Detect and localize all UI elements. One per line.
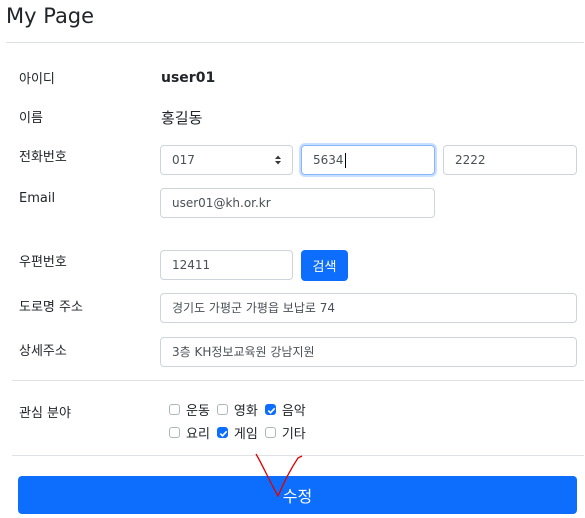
phone-middle-input[interactable]: 5634 bbox=[301, 145, 435, 175]
interest-checkbox-cooking[interactable]: 요리 bbox=[169, 423, 210, 442]
section-divider bbox=[12, 380, 584, 381]
interest-label-text: 게임 bbox=[233, 427, 258, 442]
title-divider bbox=[6, 42, 584, 43]
interest-label-text: 운동 bbox=[186, 404, 210, 419]
interest-row-1: 운동 영화 음악 bbox=[169, 400, 313, 419]
id-value: user01 bbox=[161, 70, 216, 86]
phone-label: 전화번호 bbox=[19, 150, 67, 165]
mypage-form: 아이디 user01 이름 홍길동 전화번호 017 5634 2222 Ema… bbox=[6, 53, 584, 518]
phone-prefix-select[interactable]: 017 bbox=[160, 145, 293, 175]
checkbox-check-icon bbox=[267, 407, 276, 414]
interest-label-text: 기타 bbox=[281, 427, 306, 442]
checkbox-box[interactable] bbox=[169, 427, 180, 438]
zip-input[interactable]: 12411 bbox=[160, 250, 293, 280]
checkbox-box[interactable] bbox=[216, 404, 228, 415]
interest-label-text: 음악 bbox=[281, 404, 306, 419]
page-title: My Page bbox=[6, 4, 95, 28]
checkbox-box-checked[interactable] bbox=[264, 404, 276, 415]
detail-address-input[interactable]: 3층 KH정보교육원 강남지원 bbox=[160, 337, 577, 367]
interest-checkbox-movies[interactable]: 영화 bbox=[216, 400, 258, 419]
interest-label-text: 요리 bbox=[186, 427, 210, 442]
zip-value: 12411 bbox=[172, 258, 211, 272]
text-caret bbox=[344, 153, 346, 168]
zip-label: 우편번호 bbox=[19, 255, 67, 270]
phone-middle-value: 5634 bbox=[313, 153, 344, 167]
email-label: Email bbox=[19, 191, 56, 206]
interest-checkbox-other[interactable]: 기타 bbox=[264, 423, 306, 442]
name-label: 이름 bbox=[19, 111, 43, 126]
email-input[interactable]: user01@kh.or.kr bbox=[160, 188, 435, 218]
id-label: 아이디 bbox=[19, 72, 55, 87]
road-address-value: 경기도 가평군 가평읍 보납로 74 bbox=[172, 301, 336, 315]
checkbox-box[interactable] bbox=[169, 404, 180, 415]
checkbox-box[interactable] bbox=[264, 427, 276, 438]
interest-row-2: 요리 게임 기타 bbox=[169, 423, 313, 442]
interest-label-text: 영화 bbox=[233, 404, 258, 419]
interest-checkbox-music[interactable]: 음악 bbox=[264, 400, 306, 419]
detail-address-value: 3층 KH정보교육원 강남지원 bbox=[172, 345, 315, 359]
email-value: user01@kh.or.kr bbox=[172, 196, 271, 210]
interest-checkbox-games[interactable]: 게임 bbox=[216, 423, 258, 442]
interest-checkbox-sports[interactable]: 운동 bbox=[169, 400, 210, 419]
red-check-annotation bbox=[255, 453, 303, 498]
road-address-input[interactable]: 경기도 가평군 가평읍 보납로 74 bbox=[160, 293, 577, 323]
phone-last-input[interactable]: 2222 bbox=[443, 145, 577, 175]
search-button[interactable]: 검색 bbox=[301, 250, 348, 281]
checkbox-check-icon bbox=[219, 430, 228, 437]
detail-address-label: 상세주소 bbox=[19, 344, 67, 359]
road-address-label: 도로명 주소 bbox=[19, 300, 83, 315]
phone-last-value: 2222 bbox=[455, 153, 486, 167]
phone-prefix-value: 017 bbox=[172, 153, 195, 167]
checkbox-box-checked[interactable] bbox=[216, 427, 228, 438]
select-arrows-icon bbox=[275, 155, 281, 165]
interest-label: 관심 분야 bbox=[19, 406, 71, 421]
name-value: 홍길동 bbox=[161, 109, 203, 127]
